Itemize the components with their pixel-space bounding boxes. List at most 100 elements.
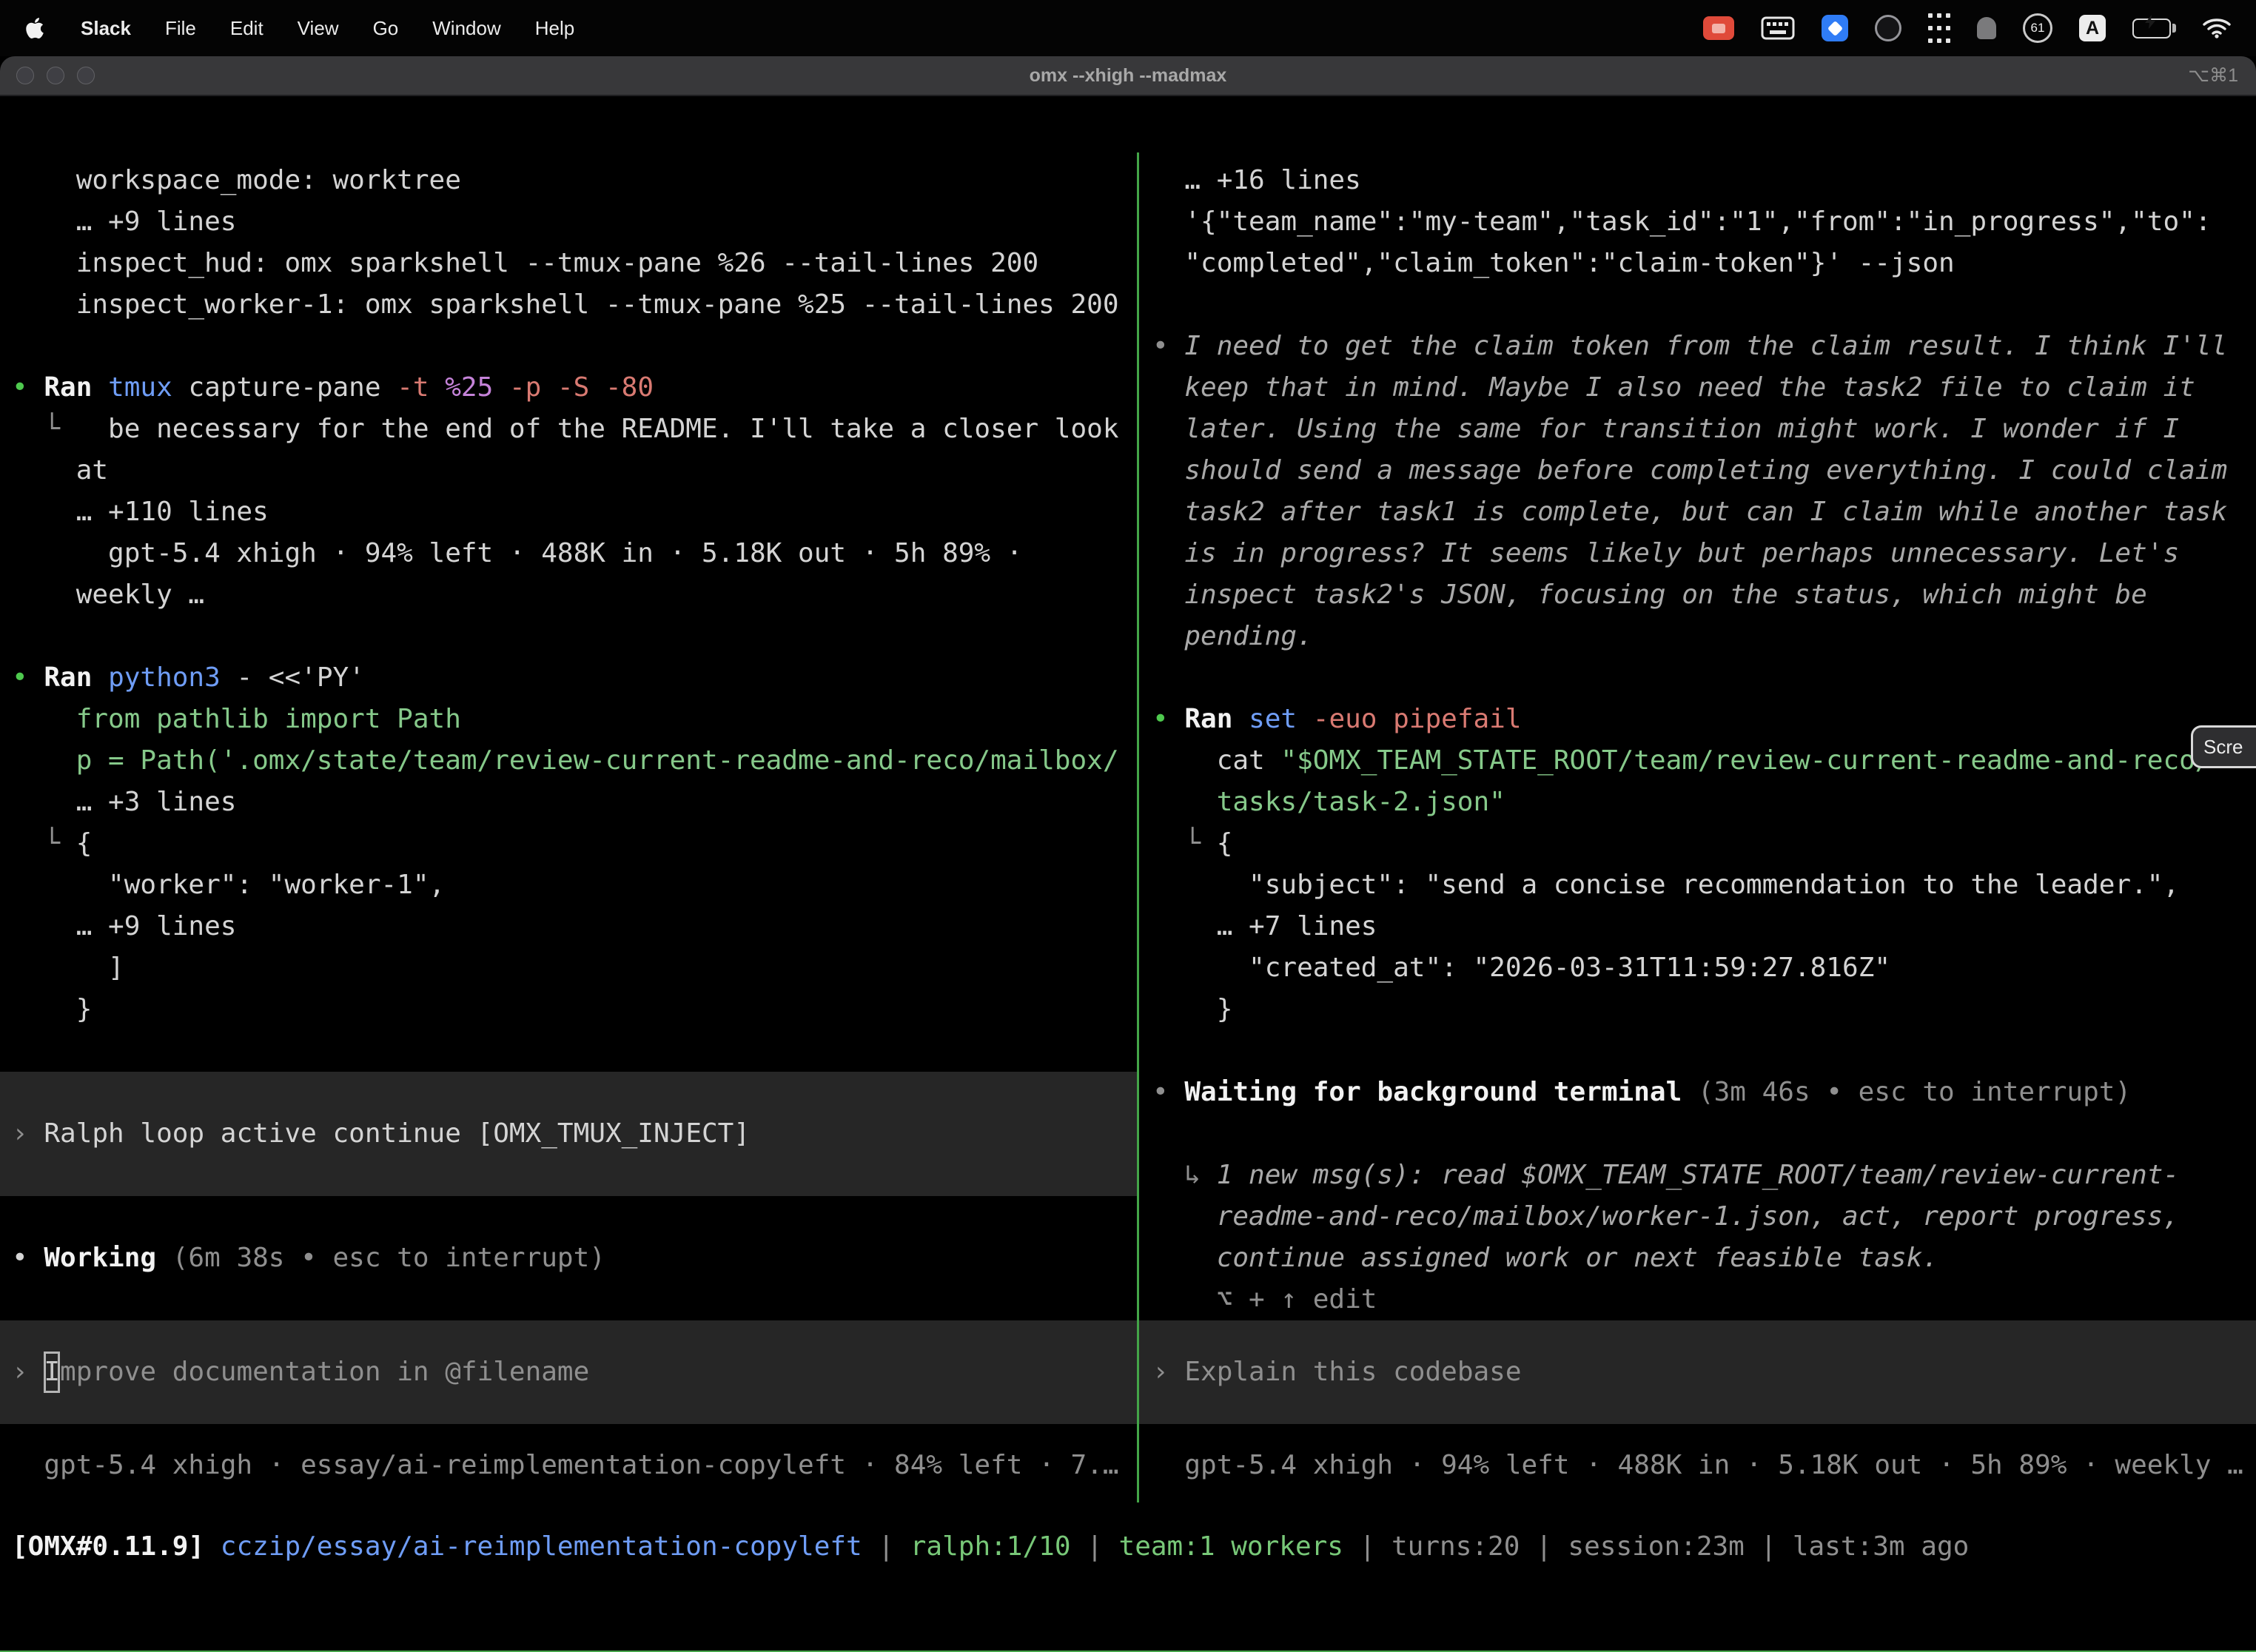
terminal-line: ] [0, 947, 1137, 989]
terminal-line: continue assigned work or next feasible … [1139, 1238, 2256, 1279]
terminal-text-segment: └ [1152, 828, 1217, 859]
terminal-text-segment: └ [12, 828, 76, 859]
window-title-bar[interactable]: omx --xhigh --madmax ⌥⌘1 [0, 56, 2256, 96]
terminal-line: later. Using the same for transition mig… [1139, 409, 2256, 450]
prompt-line[interactable]: › Improve documentation in @filename [0, 1320, 1137, 1424]
terminal-line: ⌥ + ↑ edit [1139, 1279, 2256, 1320]
terminal-text-segment: inspect_hud: omx sparkshell --tmux-pane … [12, 248, 1038, 278]
terminal-text-segment: team:1 workers [1119, 1531, 1343, 1562]
input-source-icon[interactable]: A [2079, 15, 2106, 41]
terminal-text-segment: … +7 lines [1152, 911, 1377, 941]
prompt-line[interactable]: › Explain this codebase [1139, 1320, 2256, 1424]
terminal-text-segment: mprove documentation in @filename [60, 1352, 589, 1393]
terminal-text-segment: • [1152, 331, 1184, 361]
terminal-line: inspect_hud: omx sparkshell --tmux-pane … [0, 243, 1137, 284]
tmux-pane-left[interactable]: workspace_mode: worktree … +9 lines insp… [0, 152, 1137, 1502]
menu-bar-status-icons: 61 A [1703, 12, 2256, 44]
terminal-line [1139, 657, 2256, 699]
terminal-text-segment: | [1071, 1531, 1119, 1562]
terminal-line: weekly … [0, 574, 1137, 616]
terminal-line: • Ran tmux capture-pane -t %25 -p -S -80 [0, 367, 1137, 409]
terminal-line [0, 1030, 1137, 1072]
terminal-line: "subject": "send a concise recommendatio… [1139, 864, 2256, 906]
terminal-text-segment: -t [397, 372, 445, 403]
prompt-line[interactable]: › Ralph loop active continue [OMX_TMUX_I… [0, 1072, 1137, 1196]
terminal-text-segment: Ran [1184, 704, 1249, 734]
terminal-line [0, 326, 1137, 367]
keyboard-icon[interactable] [1761, 12, 1795, 44]
terminal-text-segment: '{"team_name":"my-team","task_id":"1","f… [1152, 206, 2211, 237]
screen-recording-indicator-icon[interactable] [1703, 16, 1734, 40]
terminal-text-segment: ] [12, 953, 124, 983]
terminal-text-segment: … +9 lines [12, 911, 236, 941]
terminal-text-segment: • [1152, 1077, 1184, 1107]
terminal-text-segment: Working [44, 1243, 172, 1273]
terminal-line: ↳ 1 new msg(s): read $OMX_TEAM_STATE_ROO… [1139, 1155, 2256, 1196]
menu-help[interactable]: Help [518, 17, 591, 40]
terminal-line: is in progress? It seems likely but perh… [1139, 533, 2256, 574]
terminal-line: • Waiting for background terminal (3m 46… [1139, 1072, 2256, 1113]
terminal-line: └ be necessary for the end of the README… [0, 409, 1137, 450]
battery-icon[interactable] [2132, 12, 2176, 44]
terminal-text-segment: "created_at": "2026-03-31T11:59:27.816Z" [1152, 953, 1890, 983]
terminal-line: tasks/task-2.json" [1139, 782, 2256, 823]
battery-gauge-value: 61 [2031, 21, 2045, 36]
terminal-text-segment: … +3 lines [12, 787, 236, 817]
terminal-text-segment: workspace_mode: worktree [12, 165, 461, 195]
grid-icon[interactable] [1928, 12, 1950, 44]
terminal-text-segment: at [12, 455, 108, 486]
terminal-line: p = Path('.omx/state/team/review-current… [0, 740, 1137, 782]
terminal-text-segment: capture-pane [188, 372, 397, 403]
terminal-text-segment: • [12, 372, 44, 403]
terminal-line: "created_at": "2026-03-31T11:59:27.816Z" [1139, 947, 2256, 989]
terminal-line: keep that in mind. Maybe I also need the… [1139, 367, 2256, 409]
terminal-line: "worker": "worker-1", [0, 864, 1137, 906]
terminal-text-segment: 1 new msg(s): read $OMX_TEAM_STATE_ROOT/… [1217, 1160, 2179, 1190]
terminal-text-segment: } [12, 994, 92, 1024]
window-title: omx --xhigh --madmax [0, 65, 2256, 87]
blue-app-icon[interactable] [1822, 15, 1848, 41]
active-app-menu[interactable]: Slack [64, 17, 148, 40]
menu-window[interactable]: Window [415, 17, 517, 40]
terminal-text-segment: Ralph loop active continue [OMX_TMUX_INJ… [44, 1113, 750, 1155]
terminal-line: gpt-5.4 xhigh · 94% left · 488K in · 5.1… [1139, 1445, 2256, 1486]
terminal-text-segment: gpt-5.4 xhigh · 94% left · 488K in · 5.1… [1152, 1450, 2243, 1480]
terminal-text-segment: should send a message before completing … [1152, 455, 2227, 486]
ghost-app-icon[interactable] [1977, 12, 1996, 44]
menu-bar-left: Slack File Edit View Go Window Help [0, 16, 591, 40]
terminal-text-segment: inspect task2's JSON, focusing on the st… [1152, 580, 2147, 610]
menu-file[interactable]: File [148, 17, 213, 40]
terminal-line: [OMX#0.11.9] cczip/essay/ai-reimplementa… [0, 1526, 2256, 1568]
terminal-text-segment: └ [12, 414, 108, 444]
terminal-text-segment: gpt-5.4 xhigh · essay/ai-reimplementatio… [12, 1450, 1119, 1480]
terminal-line: └ { [1139, 823, 2256, 864]
dark-app-icon[interactable] [1875, 15, 1901, 41]
terminal-text-segment: › [12, 1113, 44, 1155]
terminal-text-segment: python3 [108, 662, 236, 693]
terminal-line: should send a message before completing … [1139, 450, 2256, 491]
terminal-text-segment: Explain this codebase [1184, 1352, 1521, 1393]
wifi-icon[interactable] [2203, 12, 2231, 44]
screen-share-popover-label: Scre [2203, 736, 2243, 759]
tmux-pane-right[interactable]: … +16 lines '{"team_name":"my-team","tas… [1139, 152, 2256, 1502]
terminal-text-segment: weekly … [12, 580, 204, 610]
menu-go[interactable]: Go [356, 17, 416, 40]
menu-view[interactable]: View [281, 17, 356, 40]
terminal-text-segment: I [44, 1352, 60, 1393]
terminal-text-segment [1152, 787, 1217, 817]
terminal-line: at [0, 450, 1137, 491]
terminal-line: } [0, 989, 1137, 1030]
terminal-line: inspect_worker-1: omx sparkshell --tmux-… [0, 284, 1137, 326]
terminal-text-segment: | [1745, 1531, 1793, 1562]
apple-menu-icon[interactable] [25, 16, 44, 40]
menu-edit[interactable]: Edit [213, 17, 281, 40]
terminal-text-segment: cat [1152, 745, 1280, 776]
terminal-text-segment: tmux [108, 372, 188, 403]
terminal-line: • Ran python3 - <<'PY' [0, 657, 1137, 699]
battery-gauge-icon[interactable]: 61 [2023, 13, 2052, 43]
terminal-text-segment: - <<'PY' [236, 662, 364, 693]
terminal-line: readme-and-reco/mailbox/worker-1.json, a… [1139, 1196, 2256, 1238]
screen-share-popover[interactable]: Scre [2191, 725, 2256, 768]
terminal-text-segment: keep that in mind. Maybe I also need the… [1152, 372, 2195, 403]
terminal-line: … +110 lines [0, 491, 1137, 533]
